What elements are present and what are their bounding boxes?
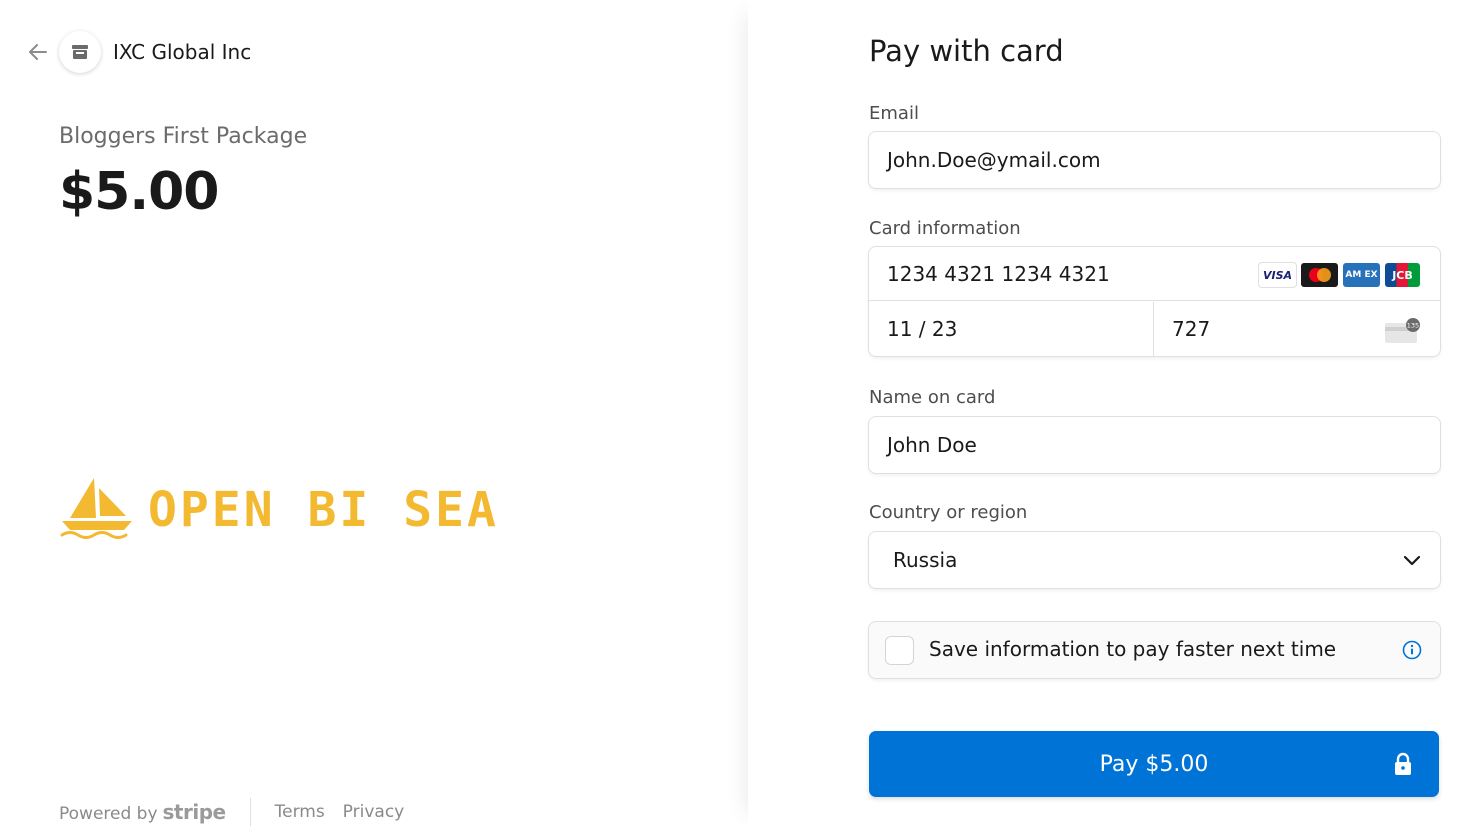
save-info-label: Save information to pay faster next time <box>929 637 1337 661</box>
card-brands: VISA AM EX JCB <box>1259 263 1420 287</box>
card-expiry-field[interactable]: 11 / 23 <box>869 302 1154 356</box>
payment-panel: Pay with card Email John.Doe@ymail.com C… <box>748 0 1465 827</box>
card-info-label: Card information <box>869 218 1021 239</box>
page-title: Pay with card <box>869 34 1064 68</box>
name-value: John Doe <box>887 433 977 457</box>
info-icon[interactable] <box>1402 640 1422 660</box>
stripe-logo: stripe <box>162 800 227 824</box>
product-name: Bloggers First Package <box>59 124 308 149</box>
logo-text: OPEN BI SEA <box>148 482 499 538</box>
card-information-group: 1234 4321 1234 4321 VISA AM EX JCB 11 / … <box>869 247 1440 356</box>
merchant-logo: OPEN BI SEA <box>56 474 516 544</box>
merchant-name: IXC Global Inc <box>113 40 252 64</box>
card-number-field[interactable]: 1234 4321 1234 4321 VISA AM EX JCB <box>869 247 1440 301</box>
mastercard-icon <box>1301 263 1338 287</box>
chevron-down-icon <box>1403 555 1421 566</box>
pay-button-label: Pay $5.00 <box>1099 751 1209 777</box>
terms-link[interactable]: Terms <box>275 802 325 822</box>
card-expiry-value: 11 / 23 <box>887 317 958 341</box>
order-summary-panel: IXC Global Inc Bloggers First Package $5… <box>0 0 748 827</box>
powered-by-label: Powered by <box>59 804 158 824</box>
arrow-left-icon[interactable] <box>26 40 50 64</box>
email-field[interactable]: John.Doe@ymail.com <box>869 132 1440 188</box>
card-cvc-value: 727 <box>1172 317 1211 341</box>
powered-by[interactable]: Powered by stripe <box>59 800 226 824</box>
cvc-card-icon: 135 <box>1385 318 1420 343</box>
card-number-value: 1234 4321 1234 4321 <box>887 261 1110 286</box>
pay-button[interactable]: Pay $5.00 <box>869 731 1439 797</box>
footer: Powered by stripe Terms Privacy <box>59 798 422 826</box>
visa-icon: VISA <box>1259 263 1296 287</box>
lock-icon <box>1395 752 1411 775</box>
cvc-hint-text: 135 <box>1407 322 1419 330</box>
store-icon <box>59 31 101 73</box>
amex-icon: AM EX <box>1343 263 1380 287</box>
email-label: Email <box>869 103 919 124</box>
jcb-icon: JCB <box>1385 263 1420 287</box>
name-on-card-field[interactable]: John Doe <box>869 417 1440 473</box>
privacy-link[interactable]: Privacy <box>343 802 405 822</box>
name-label: Name on card <box>869 387 996 408</box>
email-value: John.Doe@ymail.com <box>887 148 1101 172</box>
country-select[interactable]: Russia <box>869 532 1440 588</box>
save-info-option[interactable]: Save information to pay faster next time <box>869 622 1440 678</box>
country-value: Russia <box>893 548 958 572</box>
country-label: Country or region <box>869 502 1028 523</box>
product-price: $5.00 <box>59 162 219 222</box>
card-cvc-field[interactable]: 727 135 <box>1154 302 1440 356</box>
footer-divider <box>249 798 251 826</box>
sailboat-icon <box>60 478 132 539</box>
save-info-checkbox[interactable] <box>886 637 913 664</box>
